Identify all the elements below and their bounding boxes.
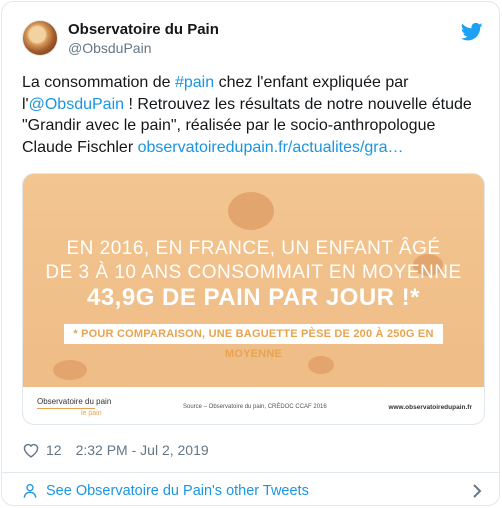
hashtag-link[interactable]: #pain xyxy=(175,74,214,91)
tweet-text-part: chez l'enfant expliquée par xyxy=(214,74,409,91)
image-note: * POUR COMPARAISON, UNE BAGUETTE PÈSE DE… xyxy=(64,324,443,360)
see-other-tweets-label[interactable]: See Observatoire du Pain's other Tweets xyxy=(46,483,309,499)
image-text-line-1: EN 2016, EN FRANCE, UN ENFANT ÂGÉ xyxy=(66,238,441,259)
mention-link[interactable]: @ObsduPain xyxy=(29,96,124,113)
image-logo-subtext: le pain xyxy=(81,410,102,417)
image-text-highlight: 43,9G DE PAIN PAR JOUR !* xyxy=(86,284,421,311)
heart-icon[interactable] xyxy=(22,442,40,458)
like-count[interactable]: 12 xyxy=(46,442,62,458)
divider xyxy=(2,472,499,473)
tweet-image[interactable]: EN 2016, EN FRANCE, UN ENFANT ÂGÉ DE 3 À… xyxy=(22,173,485,425)
tweet-card: Observatoire du Pain @ObsduPain La conso… xyxy=(1,1,500,506)
image-site-text: www.observatoiredupain.fr xyxy=(388,404,472,411)
tweet-meta: 12 2:32 PM - Jul 2, 2019 xyxy=(22,440,209,460)
image-footer-band: Observatoire du pain le pain Source – Ob… xyxy=(23,387,484,424)
tweet-text-part: l' xyxy=(22,95,29,113)
image-source-text: Source – Observatoire du pain, CRÉDOC CC… xyxy=(183,404,327,410)
tweet-text: La consommation de #pain chez l'enfant e… xyxy=(22,72,484,158)
image-logo-text: Observatoire du pain xyxy=(37,397,112,406)
image-text-line-2: DE 3 À 10 ANS CONSOMMAIT EN MOYENNE xyxy=(45,262,462,283)
bread-crumb-decoration xyxy=(53,360,87,380)
author-handle[interactable]: @ObsduPain xyxy=(68,40,151,56)
person-icon xyxy=(23,484,37,498)
article-link[interactable]: observatoiredupain.fr/actualites/gra… xyxy=(138,139,404,156)
tweet-timestamp[interactable]: 2:32 PM - Jul 2, 2019 xyxy=(76,442,209,458)
chevron-right-icon[interactable] xyxy=(472,483,482,499)
see-other-tweets-link[interactable]: See Observatoire du Pain's other Tweets xyxy=(22,480,482,502)
twitter-bird-icon[interactable] xyxy=(461,22,483,42)
bread-crumb-decoration xyxy=(308,356,334,374)
avatar[interactable] xyxy=(22,20,58,56)
tweet-text-part: La consommation de xyxy=(22,74,175,91)
image-logo-underline xyxy=(37,408,95,409)
author-name[interactable]: Observatoire du Pain xyxy=(68,21,219,38)
bread-crumb-decoration xyxy=(228,192,274,230)
